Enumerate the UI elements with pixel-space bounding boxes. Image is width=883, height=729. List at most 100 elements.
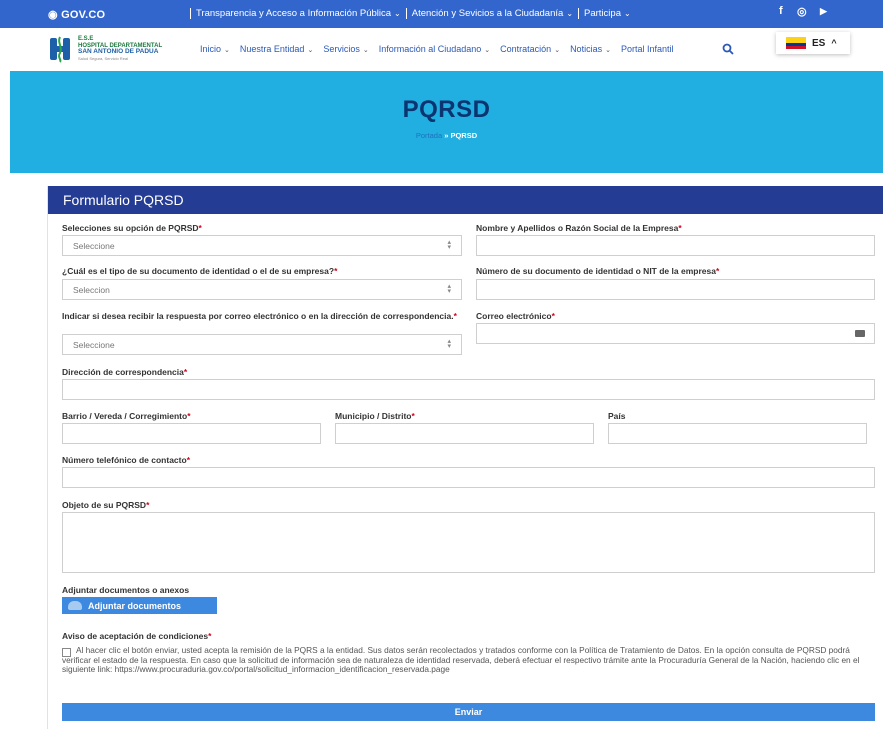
label-text: Número telefónico de contacto [62, 455, 187, 465]
required-mark: * [208, 631, 212, 641]
phone-label: Número telefónico de contacto* [62, 455, 190, 466]
neighborhood-input[interactable] [62, 423, 321, 444]
select-arrows-icon: ▴ ▾ [447, 239, 451, 251]
breadcrumb-home-link[interactable]: Portada [416, 131, 442, 140]
phone-input[interactable] [62, 467, 875, 488]
name-input[interactable] [476, 235, 875, 256]
nav-label: Portal Infantil [620, 44, 674, 54]
object-label: Objeto de su PQRSD* [62, 500, 149, 511]
nav-item-informacion[interactable]: Información al Ciudadano ⌄ [379, 44, 490, 54]
doc-number-input[interactable] [476, 279, 875, 300]
required-mark: * [678, 223, 682, 233]
hospital-logo[interactable]: E.S.E HOSPITAL DEPARTAMENTAL SAN ANTONIO… [48, 34, 168, 64]
form-title: Formulario PQRSD [48, 186, 883, 214]
label-text: Barrio / Vereda / Corregimiento [62, 411, 188, 421]
doc-number-label: Número de su documento de identidad o NI… [476, 266, 719, 277]
gov-link-label: Transparencia y Acceso a Información Púb… [196, 8, 392, 19]
object-textarea[interactable] [62, 512, 875, 573]
terms-label: Aviso de aceptación de condiciones* [62, 631, 211, 642]
logo-line: Salud Segura, Servicio Real [78, 55, 129, 61]
gov-link-atencion[interactable]: Atención y Sevicios a la Ciudadanía ⌄ [405, 8, 578, 19]
main-nav: Inicio ⌄ Nuestra Entidad ⌄ Servicios ⌄ Info… [200, 44, 683, 54]
required-mark: * [146, 500, 150, 510]
attachments-label: Adjuntar documentos o anexos [62, 585, 190, 595]
breadcrumb: Portada » PQRSD [10, 131, 883, 140]
label-text: Selecciones su opción de PQRSD [62, 223, 199, 233]
chevron-down-icon: ⌄ [307, 47, 314, 54]
required-mark: * [715, 266, 720, 276]
required-mark: * [334, 266, 338, 276]
country-label: País [608, 411, 626, 421]
gov-co-logo[interactable]: ◉ GOV.CO [48, 8, 105, 21]
email-field[interactable] [476, 323, 875, 344]
required-mark: * [551, 311, 555, 321]
chevron-down-icon: ⌄ [484, 47, 491, 54]
label-text: Dirección de correspondencia [62, 367, 184, 377]
envelope-icon [855, 330, 865, 337]
label-text: Correo electrónico [476, 311, 552, 321]
required-mark: * [187, 411, 191, 421]
gov-links: Transparencia y Acceso a Información Púb… [190, 8, 636, 19]
nav-item-nuestra-entidad[interactable]: Nuestra Entidad ⌄ [240, 44, 313, 54]
neighborhood-label: Barrio / Vereda / Corregimiento* [62, 411, 191, 422]
language-selector[interactable]: ES ^ [776, 32, 850, 54]
nav-item-portal-infantil[interactable]: Portal Infantil [621, 44, 674, 54]
chevron-down-icon: ⌄ [224, 47, 230, 54]
page-title: PQRSD [402, 96, 491, 123]
submit-button[interactable]: Enviar [62, 703, 875, 721]
nav-item-noticias[interactable]: Noticias ⌄ [570, 44, 611, 54]
doc-type-select[interactable]: Seleccion ▴ ▾ [62, 279, 462, 300]
required-mark: * [453, 311, 457, 321]
chevron-down-icon: ⌄ [362, 47, 369, 54]
address-input[interactable] [62, 379, 875, 400]
nav-label: Inicio [200, 44, 222, 54]
label-text: Objeto de su PQRSD [62, 500, 147, 510]
nav-label: Contratación [500, 44, 552, 54]
attach-documents-button[interactable]: Adjuntar documentos [62, 597, 217, 614]
cloud-upload-icon [68, 601, 82, 610]
nav-label: Información al Ciudadano [378, 44, 482, 54]
nav-item-inicio[interactable]: Inicio ⌄ [200, 44, 230, 54]
chevron-down-icon: ⌄ [623, 9, 631, 18]
nav-label: Noticias [570, 44, 603, 54]
pqrsd-option-select[interactable]: Seleccione ▴ ▾ [62, 235, 462, 256]
gov-link-participa[interactable]: Participa ⌄ [578, 8, 636, 19]
chevron-up-icon: ^ [831, 38, 837, 48]
municipality-input[interactable] [335, 423, 594, 444]
page-hero: PQRSD Portada » PQRSD [10, 71, 883, 173]
colombia-flag-icon [786, 37, 806, 49]
nav-item-contratacion[interactable]: Contratación ⌄ [500, 44, 560, 54]
select-arrows-icon: ▴ ▾ [447, 283, 451, 295]
language-code: ES [812, 37, 826, 49]
response-mode-label: Indicar si desea recibir la respuesta po… [62, 311, 462, 322]
hospital-logo-text: E.S.E HOSPITAL DEPARTAMENTAL SAN ANTONIO… [78, 36, 162, 62]
facebook-icon[interactable]: f [779, 5, 783, 17]
gov-co-bar: ◉ GOV.CO Transparencia y Acceso a Inform… [0, 0, 883, 28]
gov-link-transparencia[interactable]: Transparencia y Acceso a Información Púb… [190, 8, 406, 19]
instagram-icon[interactable]: ◎ [797, 5, 807, 18]
label-text: Aviso de aceptación de condiciones [62, 631, 209, 641]
nav-item-servicios[interactable]: Servicios ⌄ [323, 44, 368, 54]
gov-co-shield-icon: ◉ [48, 9, 62, 21]
search-icon[interactable] [722, 43, 734, 55]
terms-checkbox[interactable] [62, 648, 71, 657]
chevron-down-icon: ⌄ [554, 47, 561, 54]
required-mark: * [186, 455, 190, 465]
label-text: Indicar si desea recibir la respuesta po… [62, 311, 454, 321]
youtube-icon[interactable]: ▶ [820, 6, 827, 17]
gov-link-label: Participa [584, 8, 621, 19]
chevron-down-icon: ⌄ [605, 47, 611, 54]
breadcrumb-current: PQRSD [450, 131, 478, 140]
select-arrows-icon: ▴ ▾ [447, 338, 451, 350]
country-input[interactable] [608, 423, 867, 444]
logo-line: SAN ANTONIO DE PADUA [78, 48, 159, 55]
label-text: ¿Cuál es el tipo de su documento de iden… [62, 266, 335, 276]
required-mark: * [411, 411, 415, 421]
response-mode-select[interactable]: Seleccione ▴ ▾ [62, 334, 462, 355]
label-text: Nombre y Apellidos o Razón Social de la … [476, 223, 679, 233]
pqrsd-option-label: Selecciones su opción de PQRSD* [62, 223, 202, 234]
hospital-logo-icon [48, 35, 72, 63]
doc-type-label: ¿Cuál es el tipo de su documento de iden… [62, 266, 337, 277]
nav-label: Servicios [323, 44, 360, 54]
chevron-down-icon: ⌄ [566, 9, 574, 18]
